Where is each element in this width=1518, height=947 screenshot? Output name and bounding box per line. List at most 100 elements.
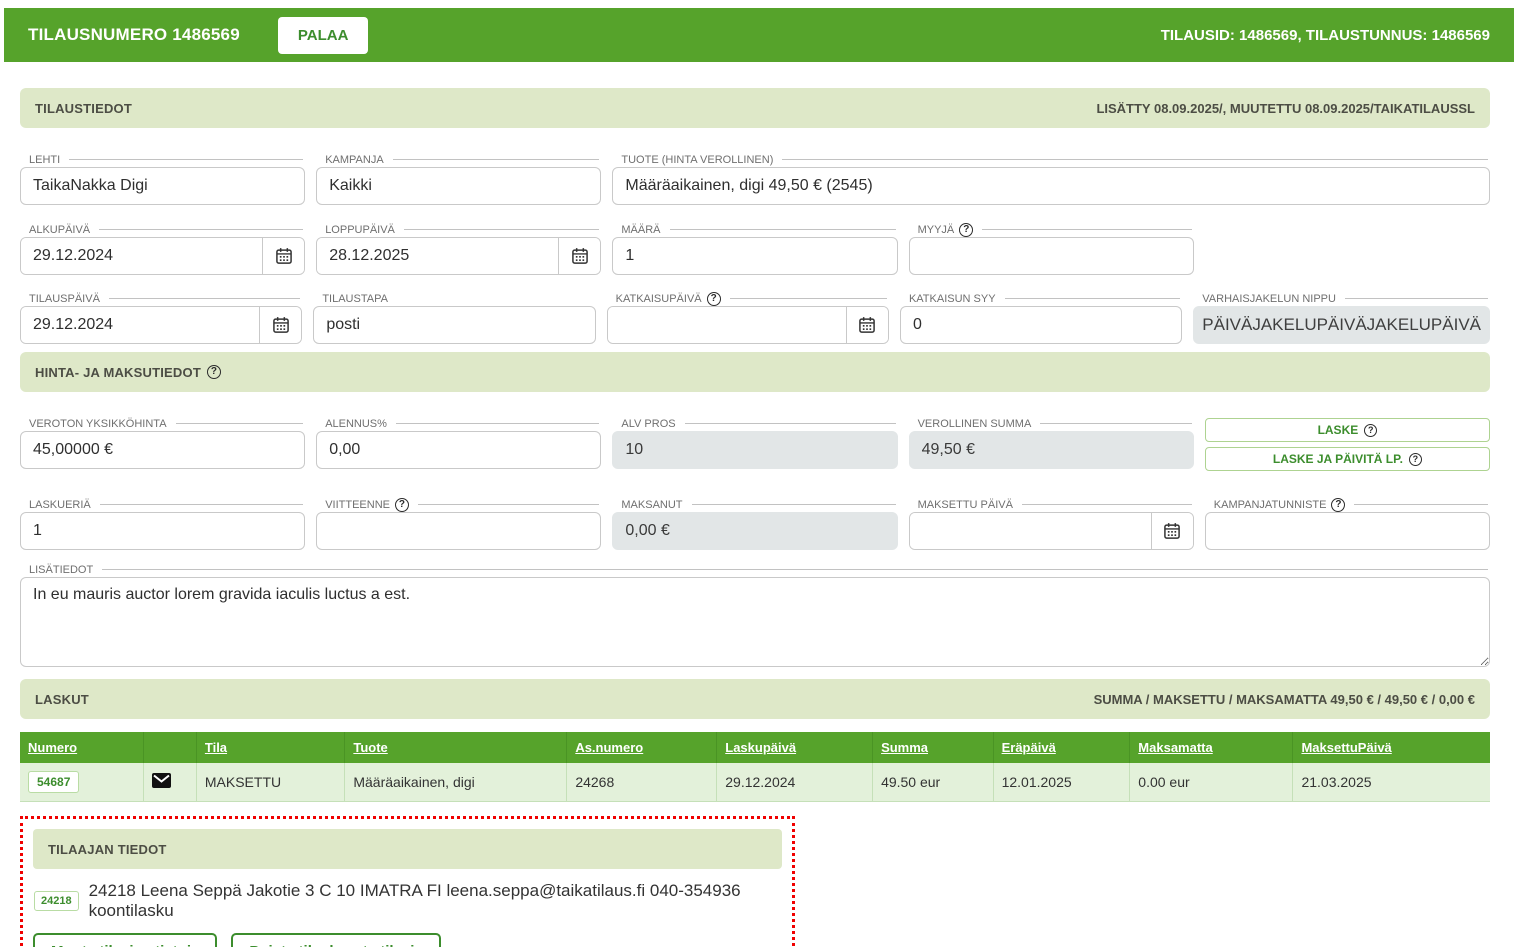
maksettu-paiva-calendar-button[interactable]	[1151, 513, 1193, 549]
myyja-label: MYYJÄ	[918, 224, 955, 236]
lisatiedot-label: LISÄTIEDOT	[29, 564, 93, 576]
invoice-date: 29.12.2024	[717, 763, 873, 802]
invoice-due-date: 12.01.2025	[993, 763, 1130, 802]
tuote-label: TUOTE (HINTA VEROLLINEN)	[621, 154, 773, 166]
invoice-paid-date: 21.03.2025	[1293, 763, 1490, 802]
viitteenne-label: VIITTEENNE	[325, 499, 390, 511]
alkupaiva-input[interactable]	[21, 238, 262, 274]
field-varhaisjakelun-nippu: VARHAISJAKELUN NIPPU PÄIVÄJAKELUPÄIVÄJAK…	[1193, 291, 1490, 344]
col-maksamatta[interactable]: Maksamatta	[1130, 732, 1293, 763]
lehti-input[interactable]	[20, 167, 305, 205]
col-as-numero[interactable]: As.numero	[567, 732, 717, 763]
loppupaiva-label: LOPPUPÄIVÄ	[325, 224, 395, 236]
kampanjatunniste-label: KAMPANJATUNNISTE	[1214, 499, 1327, 511]
added-modified-meta: LISÄTTY 08.09.2025/, MUUTETTU 08.09.2025…	[1096, 101, 1475, 116]
katkaisupaiva-help-icon[interactable]	[707, 292, 721, 306]
alv-pros-value: 10	[612, 431, 897, 469]
col-laskupaiva[interactable]: Laskupäivä	[717, 732, 873, 763]
maara-label: MÄÄRÄ	[621, 224, 660, 236]
kampanja-input[interactable]	[316, 167, 601, 205]
section-tilaaja-header: TILAAJAN TIEDOT	[33, 829, 782, 869]
verollinen-summa-value: 49,50 €	[909, 431, 1194, 469]
calendar-icon	[1162, 521, 1182, 541]
calendar-icon	[570, 246, 590, 266]
invoice-status: MAKSETTU	[196, 763, 344, 802]
veroton-input[interactable]	[20, 431, 305, 469]
col-tila[interactable]: Tila	[196, 732, 344, 763]
subscriber-number-badge[interactable]: 24218	[34, 891, 79, 911]
varhaisjakelun-nippu-value: PÄIVÄJAKELUPÄIVÄJAKELUPÄIVÄ	[1193, 306, 1490, 344]
alennus-input[interactable]	[316, 431, 601, 469]
back-button[interactable]: PALAA	[278, 17, 369, 54]
myyja-input[interactable]	[909, 237, 1194, 275]
kampanjatunniste-help-icon[interactable]	[1331, 498, 1345, 512]
col-summa[interactable]: Summa	[873, 732, 994, 763]
loppupaiva-input[interactable]	[317, 238, 558, 274]
subscriber-info-text: 24218 Leena Seppä Jakotie 3 C 10 IMATRA …	[89, 881, 782, 921]
invoice-customer-no: 24268	[567, 763, 717, 802]
col-maksettupaiva[interactable]: MaksettuPäivä	[1293, 732, 1490, 763]
tuote-input[interactable]	[612, 167, 1490, 205]
col-tuote[interactable]: Tuote	[345, 732, 567, 763]
col-erapaiva[interactable]: Eräpäivä	[993, 732, 1130, 763]
section-hinta-header: HINTA- JA MAKSUTIEDOT	[20, 352, 1490, 392]
envelope-icon[interactable]	[152, 773, 171, 788]
alv-pros-label: ALV PROS	[621, 418, 675, 430]
col-numero[interactable]: Numero	[20, 732, 143, 763]
tilauspaiva-label: TILAUSPÄIVÄ	[29, 293, 100, 305]
laske-help-icon[interactable]	[1364, 424, 1377, 437]
calendar-icon	[857, 315, 877, 335]
field-laskueria: LASKUERIÄ	[20, 497, 305, 550]
invoice-product: Määräaikainen, digi	[345, 763, 567, 802]
maara-input[interactable]	[612, 237, 897, 275]
field-lisatiedot: LISÄTIEDOT In eu mauris auctor lorem gra…	[20, 562, 1490, 672]
viitteenne-help-icon[interactable]	[395, 498, 409, 512]
field-maara: MÄÄRÄ	[612, 222, 897, 275]
field-veroton-yksikkohinta: VEROTON YKSIKKÖHINTA	[20, 416, 305, 471]
katkaisupaiva-input[interactable]	[608, 307, 846, 343]
subscriber-section-highlight: TILAAJAN TIEDOT 24218 24218 Leena Seppä …	[20, 816, 795, 947]
viitteenne-input[interactable]	[316, 512, 601, 550]
order-header-bar: TILAUSNUMERO 1486569 PALAA TILAUSID: 148…	[4, 8, 1514, 62]
alkupaiva-label: ALKUPÄIVÄ	[29, 224, 90, 236]
maksanut-label: MAKSANUT	[621, 499, 682, 511]
laske-button-group: LASKE LASKE JA PÄIVITÄ LP.	[1205, 416, 1490, 471]
invoices-table-header-row: Numero Tila Tuote As.numero Laskupäivä S…	[20, 732, 1490, 763]
calendar-icon	[274, 246, 294, 266]
tilauspaiva-input[interactable]	[21, 307, 259, 343]
loppupaiva-calendar-button[interactable]	[558, 238, 600, 274]
field-katkaisupaiva: KATKAISUPÄIVÄ	[607, 291, 889, 344]
laske-ja-paivita-button[interactable]: LASKE JA PÄIVITÄ LP.	[1205, 447, 1490, 471]
section-tilaustiedot-header: TILAUSTIEDOT LISÄTTY 08.09.2025/, MUUTET…	[20, 88, 1490, 128]
field-alennus: ALENNUS%	[316, 416, 601, 471]
lisatiedot-textarea[interactable]: In eu mauris auctor lorem gravida iaculi…	[20, 577, 1490, 667]
field-maksettu-paiva: MAKSETTU PÄIVÄ	[909, 497, 1194, 550]
lehti-label: LEHTI	[29, 154, 60, 166]
myyja-help-icon[interactable]	[959, 223, 973, 237]
tilauspaiva-calendar-button[interactable]	[259, 307, 301, 343]
maksettu-paiva-input[interactable]	[910, 513, 1151, 549]
field-tilaustapa: TILAUSTAPA	[313, 291, 595, 344]
field-verollinen-summa: VEROLLINEN SUMMA 49,50 €	[909, 416, 1194, 471]
alkupaiva-calendar-button[interactable]	[262, 238, 304, 274]
field-loppupaiva: LOPPUPÄIVÄ	[316, 222, 601, 275]
laskut-summary: SUMMA / MAKSETTU / MAKSAMATTA 49,50 € / …	[1094, 692, 1475, 707]
remove-subscriber-button[interactable]: Poista tilauksesta tilaaja	[231, 933, 440, 947]
tilaustapa-input[interactable]	[313, 306, 595, 344]
invoice-number-link[interactable]: 54687	[28, 771, 79, 793]
edit-subscriber-button[interactable]: Muuta tilaajan tietoja	[33, 933, 217, 947]
maksanut-value: 0,00 €	[612, 512, 897, 550]
kampanjatunniste-input[interactable]	[1205, 512, 1490, 550]
katkaisupaiva-calendar-button[interactable]	[846, 307, 888, 343]
laske-button[interactable]: LASKE	[1205, 418, 1490, 442]
verollinen-summa-label: VEROLLINEN SUMMA	[918, 418, 1032, 430]
invoice-row: 54687 MAKSETTU Määräaikainen, digi 24268…	[20, 763, 1490, 802]
laskueria-input[interactable]	[20, 512, 305, 550]
hinta-help-icon[interactable]	[207, 365, 221, 379]
katkaisun-syy-input[interactable]	[900, 306, 1182, 344]
field-alv-pros: ALV PROS 10	[612, 416, 897, 471]
field-viitteenne: VIITTEENNE	[316, 497, 601, 550]
laske-ja-paivita-help-icon[interactable]	[1409, 453, 1422, 466]
order-id-info: TILAUSID: 1486569, TILAUSTUNNUS: 1486569	[1161, 27, 1490, 44]
alennus-label: ALENNUS%	[325, 418, 387, 430]
